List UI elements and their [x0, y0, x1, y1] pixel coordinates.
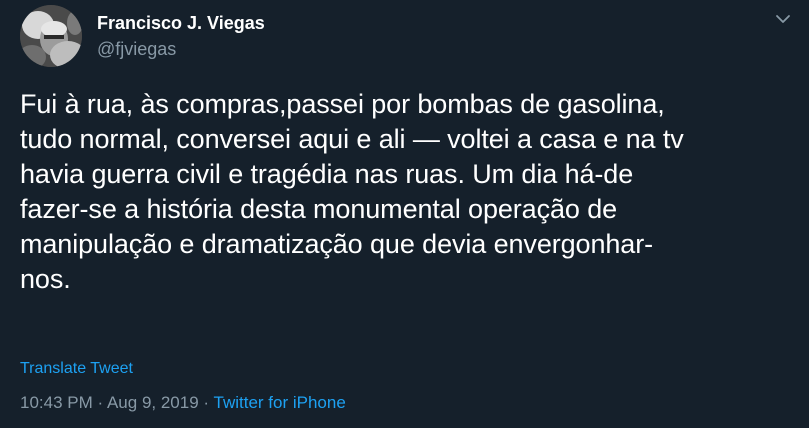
tweet-text-line: nos.	[20, 264, 71, 294]
author-handle[interactable]: @fjviegas	[97, 37, 176, 61]
tweet-text-line: Fui à rua, às compras,passei por bombas …	[20, 89, 665, 119]
tweet-time[interactable]: 10:43 PM	[20, 393, 93, 412]
meta-separator: ·	[203, 393, 210, 412]
avatar-image	[20, 5, 82, 67]
meta-separator: ·	[97, 393, 104, 412]
tweet-text-line: havia guerra civil e tragédia nas ruas. …	[20, 159, 634, 189]
avatar[interactable]	[20, 5, 82, 67]
tweet-date[interactable]: Aug 9, 2019	[107, 393, 199, 412]
tweet-text-line: fazer-se a história desta monumental ope…	[20, 194, 618, 224]
tweet-text-line: tudo normal, conversei aqui e ali — volt…	[20, 124, 684, 154]
translate-tweet-link[interactable]: Translate Tweet	[20, 359, 133, 379]
tweet-source-link[interactable]: Twitter for iPhone	[214, 393, 346, 412]
tweet-meta: 10:43 PM · Aug 9, 2019 · Twitter for iPh…	[20, 392, 346, 414]
tweet-text-line: manipulação e dramatização que devia env…	[20, 229, 654, 259]
tweet-card: Francisco J. Viegas @fjviegas Fui à rua,…	[0, 0, 809, 428]
author-name[interactable]: Francisco J. Viegas	[97, 10, 265, 36]
tweet-text: Fui à rua, às compras,passei por bombas …	[20, 87, 795, 297]
chevron-down-icon[interactable]	[774, 10, 792, 28]
